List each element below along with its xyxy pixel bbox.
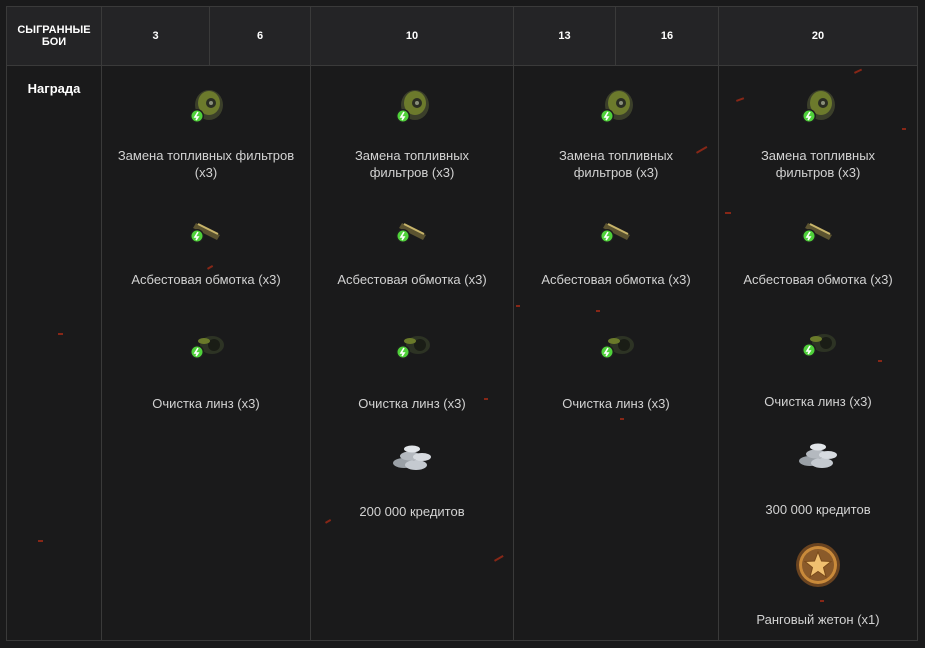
reward-label: Замена топливных фильтров (х3) bbox=[354, 148, 470, 180]
asbestos-wrap-icon bbox=[600, 223, 630, 243]
reward-label: Асбестовая обмотка (х3) bbox=[337, 272, 487, 287]
reward-fuel-filters: Замена топливных фильтров (х3) bbox=[719, 83, 917, 181]
reward-asbestos: Асбестовая обмотка (х3) bbox=[102, 213, 310, 288]
fuel-filter-icon bbox=[396, 90, 429, 123]
asbestos-wrap-icon bbox=[190, 223, 220, 243]
table-header: СЫГРАННЫЕ БОИ 3 6 10 13 16 20 bbox=[7, 7, 917, 66]
reward-lens-cleaning: Очистка линз (х3) bbox=[719, 327, 917, 410]
reward-asbestos: Асбестовая обмотка (х3) bbox=[311, 213, 513, 288]
rewards-table: СЫГРАННЫЕ БОИ 3 6 10 13 16 20 Награда За… bbox=[6, 6, 918, 641]
asbestos-wrap-icon bbox=[396, 223, 426, 243]
reward-label: Очистка линз (х3) bbox=[152, 396, 260, 411]
lens-cleaning-icon bbox=[190, 336, 224, 359]
reward-label: Асбестовая обмотка (х3) bbox=[131, 272, 281, 287]
header-battles-13: 13 bbox=[558, 30, 571, 42]
header-battles-10: 10 bbox=[405, 30, 419, 42]
asbestos-wrap-icon bbox=[802, 223, 832, 243]
reward-credits: 200 000 кредитов bbox=[311, 439, 513, 520]
reward-credits: 300 000 кредитов bbox=[719, 437, 917, 518]
header-battles-20: 20 bbox=[811, 30, 825, 42]
fuel-filter-icon bbox=[600, 90, 633, 123]
reward-label: Замена топливных фильтров (х3) bbox=[760, 148, 876, 180]
header-battles-3: 3 bbox=[152, 30, 159, 42]
reward-asbestos: Асбестовая обмотка (х3) bbox=[514, 213, 718, 288]
rank-token-star-icon bbox=[796, 543, 840, 587]
reward-column-4: Замена топливных фильтров (х3) Асбестова… bbox=[719, 65, 917, 640]
fuel-filter-icon bbox=[190, 90, 223, 123]
reward-label: Очистка линз (х3) bbox=[562, 396, 670, 411]
reward-fuel-filters: Замена топливных фильтров (х3) bbox=[102, 83, 310, 181]
divider bbox=[209, 7, 210, 65]
credits-coins-icon bbox=[393, 445, 431, 470]
reward-lens-cleaning: Очистка линз (х3) bbox=[102, 329, 310, 412]
header-battles-6: 6 bbox=[256, 30, 264, 42]
reward-fuel-filters: Замена топливных фильтров (х3) bbox=[514, 83, 718, 181]
reward-lens-cleaning: Очистка линз (х3) bbox=[514, 329, 718, 412]
lens-cleaning-icon bbox=[600, 336, 634, 359]
lens-cleaning-icon bbox=[802, 334, 836, 357]
reward-label: Замена топливных фильтров (х3) bbox=[117, 148, 295, 180]
header-battles-16: 16 bbox=[660, 30, 674, 42]
reward-rank-token: Ранговый жетон (х1) bbox=[719, 541, 917, 628]
reward-column-2: Замена топливных фильтров (х3) Асбестова… bbox=[311, 65, 513, 640]
reward-label: Замена топливных фильтров (х3) bbox=[558, 148, 674, 180]
reward-label: Асбестовая обмотка (х3) bbox=[743, 272, 893, 287]
reward-label: Очистка линз (х3) bbox=[764, 394, 872, 409]
lens-cleaning-icon bbox=[396, 336, 430, 359]
reward-column-3: Замена топливных фильтров (х3) Асбестова… bbox=[514, 65, 718, 640]
reward-label: 300 000 кредитов bbox=[765, 502, 871, 517]
fuel-filter-icon bbox=[802, 90, 835, 123]
reward-label: Асбестовая обмотка (х3) bbox=[541, 272, 691, 287]
reward-label: Очистка линз (х3) bbox=[358, 396, 466, 411]
divider bbox=[615, 7, 616, 65]
reward-label: 200 000 кредитов bbox=[359, 504, 465, 519]
row-label-reward: Награда bbox=[27, 81, 81, 96]
reward-label: Ранговый жетон (х1) bbox=[756, 612, 880, 627]
reward-fuel-filters: Замена топливных фильтров (х3) bbox=[311, 83, 513, 181]
reward-asbestos: Асбестовая обмотка (х3) bbox=[719, 213, 917, 288]
reward-column-1: Замена топливных фильтров (х3) Асбестова… bbox=[102, 65, 310, 640]
credits-coins-icon bbox=[799, 443, 837, 468]
header-battles-played: СЫГРАННЫЕ БОИ bbox=[17, 24, 91, 48]
reward-lens-cleaning: Очистка линз (х3) bbox=[311, 329, 513, 412]
